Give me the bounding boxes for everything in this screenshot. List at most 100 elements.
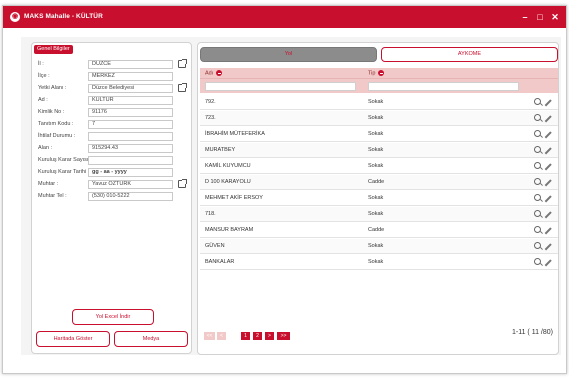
table-row[interactable]: MANSUR BAYRAM Cadde — [200, 223, 558, 238]
edit-pencil-icon[interactable] — [544, 147, 552, 155]
search-icon[interactable] — [534, 194, 541, 201]
road-excel-download-button[interactable]: Yol Excel İndir — [72, 309, 154, 325]
headman-field[interactable]: Yavuz ÖZTÜRK — [88, 180, 173, 189]
road-name: 718. — [205, 211, 216, 217]
dispute-status-field[interactable] — [88, 132, 173, 141]
edit-pencil-icon[interactable] — [544, 179, 552, 187]
road-type: Sokak — [368, 163, 384, 169]
district-field[interactable]: MERKEZ — [88, 72, 173, 81]
pager-first-button[interactable]: << — [204, 332, 215, 340]
road-name: 792. — [205, 99, 216, 105]
sort-icon[interactable] — [378, 70, 385, 76]
main-content: Genel Bilgiler İl : DÜZCE İlçe : MERKEZ … — [21, 37, 561, 355]
intro-code-field[interactable]: 7 — [88, 120, 173, 129]
maximize-button[interactable]: □ — [533, 10, 547, 24]
open-external-icon[interactable] — [178, 59, 187, 68]
edit-pencil-icon[interactable] — [544, 131, 552, 139]
table-row[interactable]: 792. Sokak — [200, 95, 558, 110]
media-button[interactable]: Medya — [114, 331, 188, 347]
intro-code-label: Tanıtım Kodu : — [38, 121, 74, 127]
search-icon[interactable] — [534, 258, 541, 265]
edit-pencil-icon[interactable] — [544, 99, 552, 107]
search-icon[interactable] — [534, 162, 541, 169]
filter-row — [200, 78, 558, 93]
edit-pencil-icon[interactable] — [544, 211, 552, 219]
pager-page-1[interactable]: 1 — [241, 332, 250, 340]
table-row[interactable]: 718. Sokak — [200, 207, 558, 222]
show-on-map-button[interactable]: Haritada Göster — [36, 331, 110, 347]
province-field[interactable]: DÜZCE — [88, 60, 173, 69]
headman-phone-field[interactable]: (530) 010-5222 — [88, 192, 173, 201]
dispute-status-label: İhtilaf Durumu : — [38, 133, 76, 139]
road-name: MURATBEY — [205, 147, 236, 153]
edit-pencil-icon[interactable] — [544, 163, 552, 171]
open-external-icon[interactable] — [178, 83, 187, 92]
edit-pencil-icon[interactable] — [544, 259, 552, 267]
authority-label: Yetki Alanı : — [38, 85, 67, 91]
pager-next-button[interactable]: > — [265, 332, 274, 340]
tab-aykome[interactable]: AYKOME — [381, 47, 558, 62]
edit-pencil-icon[interactable] — [544, 227, 552, 235]
open-external-icon[interactable] — [178, 179, 187, 188]
title-bar: ◉ MAKS Mahalle - KÜLTÜR – □ ✕ — [3, 6, 566, 28]
edit-pencil-icon[interactable] — [544, 243, 552, 251]
road-type: Sokak — [368, 195, 384, 201]
name-field[interactable]: KÜLTÜR — [88, 96, 173, 105]
id-no-field[interactable]: 91176 — [88, 108, 173, 117]
road-name: D 100 KARAYOLU — [205, 179, 251, 185]
headman-label: Muhtar : — [38, 181, 59, 187]
table-header: Adı Tip — [200, 68, 558, 78]
edit-pencil-icon[interactable] — [544, 115, 552, 123]
type-filter-input[interactable] — [368, 82, 519, 91]
pager-last-button[interactable]: >> — [277, 332, 290, 340]
table-row[interactable]: İBRAHİM MÜTEFERİKA Sokak — [200, 127, 558, 142]
search-icon[interactable] — [534, 226, 541, 233]
road-type: Sokak — [368, 115, 384, 121]
search-icon[interactable] — [534, 114, 541, 121]
sort-icon[interactable] — [216, 70, 223, 76]
district-label: İlçe : — [38, 73, 50, 79]
table-row[interactable]: GÜVEN Sokak — [200, 239, 558, 254]
table-row[interactable]: BANKALAR Sokak — [200, 255, 558, 270]
authority-field[interactable]: Düzce Belediyesi — [88, 84, 173, 93]
table-row[interactable]: D 100 KARAYOLU Cadde — [200, 175, 558, 190]
road-type: Sokak — [368, 211, 384, 217]
search-icon[interactable] — [534, 146, 541, 153]
minimize-button[interactable]: – — [518, 10, 532, 24]
close-button[interactable]: ✕ — [548, 10, 562, 24]
id-no-label: Kimlik No : — [38, 109, 65, 115]
road-type: Cadde — [368, 227, 385, 233]
road-name: BANKALAR — [205, 259, 235, 265]
search-icon[interactable] — [534, 98, 541, 105]
search-icon[interactable] — [534, 242, 541, 249]
road-type: Cadde — [368, 179, 385, 185]
table-row[interactable]: 723. Sokak — [200, 111, 558, 126]
name-label: Ad : — [38, 97, 48, 103]
pager-page-2[interactable]: 2 — [253, 332, 262, 340]
pager-prev-button[interactable]: < — [217, 332, 226, 340]
area-label: Alan : — [38, 145, 53, 151]
edit-pencil-icon[interactable] — [544, 195, 552, 203]
province-label: İl : — [38, 61, 44, 67]
road-name: GÜVEN — [205, 243, 225, 249]
decision-date-field[interactable]: gg - aa - yyyy — [88, 168, 173, 177]
column-type-header[interactable]: Tip — [368, 70, 385, 76]
decision-number-field[interactable] — [88, 156, 173, 165]
table-row[interactable]: MEHMET AKİF ERSOY Sokak — [200, 191, 558, 206]
table-row[interactable]: KAMİL KUYUMCU Sokak — [200, 159, 558, 174]
search-icon[interactable] — [534, 210, 541, 217]
road-type: Sokak — [368, 131, 384, 137]
app-window: ◉ MAKS Mahalle - KÜLTÜR – □ ✕ Genel Bilg… — [2, 5, 567, 374]
area-field[interactable]: 915294.43 — [88, 144, 173, 153]
app-logo-icon: ◉ — [10, 12, 20, 22]
tab-yol[interactable]: Yol — [200, 47, 377, 62]
column-name-header[interactable]: Adı — [205, 70, 223, 76]
name-filter-input[interactable] — [205, 82, 356, 91]
general-info-label: Genel Bilgiler — [34, 45, 73, 54]
window-title: MAKS Mahalle - KÜLTÜR — [24, 13, 103, 20]
road-type: Sokak — [368, 147, 384, 153]
roads-panel: Yol AYKOME Adı Tip 792. Sokak 723. Sokak İ… — [197, 42, 559, 355]
search-icon[interactable] — [534, 178, 541, 185]
search-icon[interactable] — [534, 130, 541, 137]
table-row[interactable]: MURATBEY Sokak — [200, 143, 558, 158]
